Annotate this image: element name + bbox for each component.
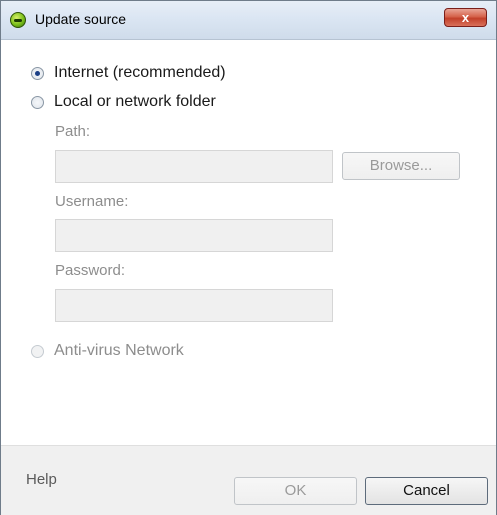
cancel-button[interactable]: Cancel bbox=[365, 477, 488, 505]
radio-internet[interactable] bbox=[31, 66, 44, 80]
option-local-label: Local or network folder bbox=[54, 93, 216, 110]
title-bar: Update source x bbox=[1, 1, 496, 40]
radio-local-folder[interactable] bbox=[31, 95, 44, 109]
help-link[interactable]: Help bbox=[26, 471, 57, 488]
dialog-footer: Help OK Cancel bbox=[1, 445, 496, 515]
option-antivirus-network[interactable]: Anti-virus Network bbox=[31, 342, 184, 360]
radio-antivirus-network[interactable] bbox=[31, 344, 44, 358]
dialog-content: Internet (recommended) Local or network … bbox=[1, 40, 496, 445]
app-logo-icon bbox=[10, 12, 26, 28]
option-internet[interactable]: Internet (recommended) bbox=[31, 64, 226, 82]
password-label: Password: bbox=[55, 262, 126, 279]
option-internet-label: Internet (recommended) bbox=[54, 64, 226, 81]
update-source-dialog: Update source x Internet (recommended) L… bbox=[0, 0, 497, 515]
option-local-folder[interactable]: Local or network folder bbox=[31, 93, 216, 111]
close-button[interactable]: x bbox=[444, 8, 487, 27]
browse-button[interactable]: Browse... bbox=[342, 152, 460, 180]
path-label: Path: bbox=[55, 123, 91, 140]
username-field[interactable] bbox=[55, 219, 333, 252]
option-antivirus-label: Anti-virus Network bbox=[54, 342, 184, 359]
username-label: Username: bbox=[55, 193, 129, 210]
ok-button[interactable]: OK bbox=[234, 477, 357, 505]
path-field[interactable] bbox=[55, 150, 333, 183]
password-field[interactable] bbox=[55, 289, 333, 322]
window-title: Update source bbox=[35, 11, 127, 27]
